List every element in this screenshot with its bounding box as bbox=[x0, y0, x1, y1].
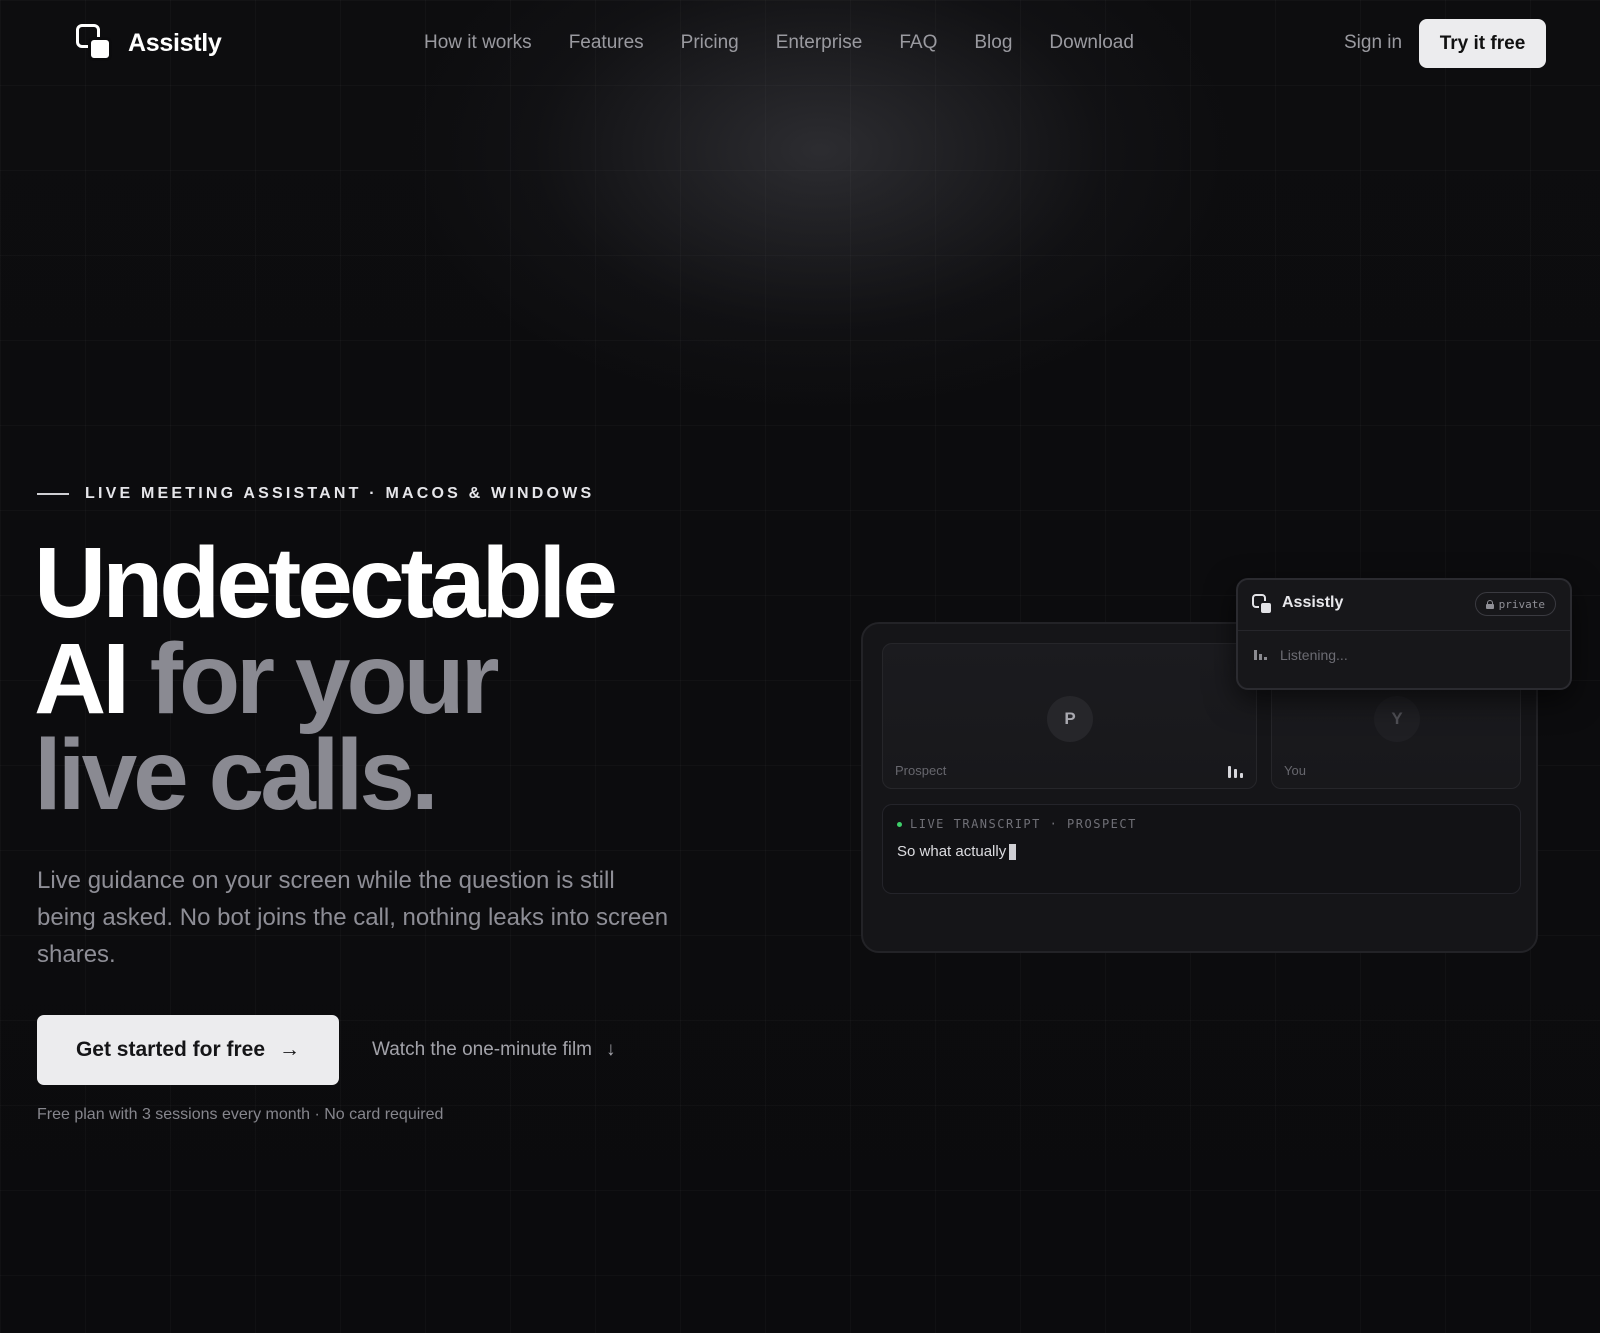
eyebrow-divider bbox=[37, 493, 69, 495]
nav-links: How it works Features Pricing Enterprise… bbox=[424, 32, 1134, 54]
transcript-header: LIVE TRANSCRIPT · PROSPECT bbox=[897, 817, 1137, 831]
top-nav: Assistly How it works Features Pricing E… bbox=[0, 0, 1600, 88]
live-dot-icon bbox=[897, 821, 902, 827]
hero-eyebrow: LIVE MEETING ASSISTANT · MACOS & WINDOWS bbox=[37, 485, 594, 503]
arrow-down-icon: ↓ bbox=[606, 1039, 616, 1060]
eyebrow-text: LIVE MEETING ASSISTANT · MACOS & WINDOWS bbox=[85, 485, 595, 502]
get-started-label: Get started for free bbox=[75, 1038, 266, 1061]
overlay-logo-icon bbox=[1252, 594, 1274, 616]
assistant-overlay-card: Assistly private Listening... bbox=[1236, 578, 1572, 690]
nav-link-how-it-works[interactable]: How it works bbox=[424, 32, 532, 54]
get-started-button[interactable]: Get started for free → bbox=[37, 1015, 339, 1085]
transcript-header-text: LIVE TRANSCRIPT · PROSPECT bbox=[910, 817, 1137, 831]
nav-link-download[interactable]: Download bbox=[1049, 32, 1134, 54]
overlay-divider bbox=[1238, 630, 1570, 631]
hero-lead: Live guidance on your screen while the q… bbox=[37, 867, 669, 968]
nav-link-blog[interactable]: Blog bbox=[974, 32, 1012, 54]
private-badge: private bbox=[1474, 592, 1556, 616]
hero-headline: Undetectable AI for your live calls. bbox=[34, 533, 618, 825]
brand-name: Assistly bbox=[128, 28, 222, 57]
live-transcript-box: LIVE TRANSCRIPT · PROSPECT So what actua… bbox=[882, 804, 1521, 894]
nav-link-faq[interactable]: FAQ bbox=[899, 32, 937, 54]
logo-icon bbox=[76, 24, 114, 62]
hero-fineprint: Free plan with 3 sessions every month · … bbox=[37, 1106, 444, 1123]
sign-in-link[interactable]: Sign in bbox=[1344, 32, 1402, 54]
headline-line-3: live calls. bbox=[34, 719, 439, 831]
you-avatar: Y bbox=[1374, 696, 1420, 742]
arrow-right-icon: → bbox=[279, 1038, 301, 1061]
lock-icon bbox=[1485, 599, 1494, 609]
typing-caret-icon bbox=[1009, 843, 1017, 860]
overlay-status: Listening... bbox=[1254, 647, 1348, 663]
nav-link-enterprise[interactable]: Enterprise bbox=[776, 32, 863, 54]
nav-link-features[interactable]: Features bbox=[569, 32, 644, 54]
private-badge-label: private bbox=[1498, 597, 1545, 611]
you-label: You bbox=[1284, 763, 1306, 778]
watch-film-label: Watch the one-minute film bbox=[372, 1039, 592, 1060]
listening-bars-icon bbox=[1254, 650, 1270, 660]
brand-logo[interactable]: Assistly bbox=[76, 24, 222, 62]
audio-level-icon bbox=[1228, 766, 1246, 778]
watch-film-link[interactable]: Watch the one-minute film ↓ bbox=[372, 1039, 616, 1061]
transcript-line: So what actually bbox=[897, 843, 1007, 860]
prospect-label: Prospect bbox=[895, 763, 947, 778]
nav-link-pricing[interactable]: Pricing bbox=[681, 32, 739, 54]
prospect-tile: P Prospect bbox=[882, 643, 1257, 789]
overlay-title: Assistly bbox=[1282, 594, 1344, 611]
transcript-text: So what actually bbox=[897, 843, 1017, 860]
listening-status-text: Listening... bbox=[1280, 647, 1348, 663]
prospect-avatar: P bbox=[1047, 696, 1093, 742]
try-it-free-button[interactable]: Try it free bbox=[1419, 19, 1546, 68]
